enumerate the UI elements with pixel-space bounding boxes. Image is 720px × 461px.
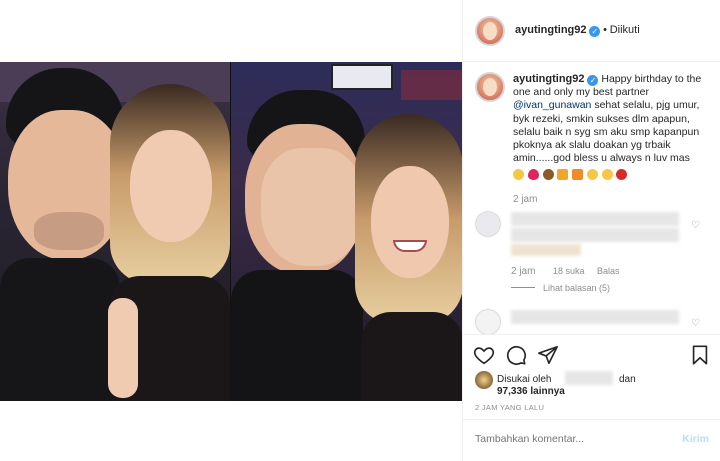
bookmark-icon[interactable] [689, 344, 711, 366]
author-username[interactable]: ayutingting92 [515, 24, 587, 36]
caption-mention-link[interactable]: @ivan_gunawan [513, 99, 591, 111]
star-struck-icon [586, 169, 598, 180]
verified-badge-icon: ✓ [589, 26, 601, 37]
likes-line: Disukai oleh [497, 374, 551, 385]
stage-screen [331, 64, 393, 90]
liker-name-blurred[interactable] [565, 371, 613, 385]
woman-arm [108, 298, 138, 398]
likes-conjunction: dan [619, 374, 636, 385]
paper-plane-icon[interactable] [537, 344, 559, 366]
stage-lights [401, 70, 462, 100]
comment-reply-button[interactable]: Balas [597, 266, 620, 276]
caption-text: ayutingting92 ✓ Happy birthday to the on… [513, 73, 713, 165]
party-popper-icon [557, 169, 569, 180]
comment-like-icon[interactable]: ♡ [691, 220, 700, 231]
separator-dot: • [603, 24, 607, 36]
caption-time[interactable]: 2 jam [513, 194, 537, 205]
smiling-face-with-hearts-icon [601, 169, 613, 180]
woman-face-right [371, 166, 449, 278]
comment-text-blurred [511, 228, 679, 242]
avatar-face [483, 22, 497, 40]
man-beard [34, 212, 104, 250]
comment-avatar[interactable] [475, 211, 501, 237]
action-bar [463, 334, 720, 374]
comment-avatar[interactable] [475, 309, 501, 335]
author-avatar[interactable] [475, 16, 505, 46]
comment-bubble-icon[interactable] [505, 344, 527, 366]
post-sidebar: ayutingting92 ✓ • Diikuti ayutingting92 … [462, 0, 720, 461]
post-media[interactable] [0, 62, 462, 401]
birthday-cake-icon [542, 169, 554, 180]
red-heart-icon [527, 169, 539, 180]
liker-avatar[interactable] [475, 371, 493, 389]
comment-input[interactable] [475, 433, 655, 445]
caption-username[interactable]: ayutingting92 [513, 73, 585, 85]
photo-right [230, 62, 462, 401]
comment-text-blurred [511, 244, 581, 256]
caption-verified-icon: ✓ [587, 75, 599, 86]
comment-box: Kirim [463, 419, 720, 461]
post-header: ayutingting92 ✓ • Diikuti [463, 0, 720, 62]
caption-avatar-face [483, 78, 497, 96]
gift-icon [572, 169, 584, 180]
man-body [0, 258, 120, 401]
header-line: ayutingting92 ✓ • Diikuti [515, 24, 640, 37]
comment-time[interactable]: 2 jam [511, 266, 535, 277]
view-replies-button[interactable]: Lihat balasan (5) [543, 283, 610, 293]
man-body-right [231, 270, 363, 401]
comment-text-blurred [511, 212, 679, 226]
comment-text-blurred [511, 310, 679, 324]
santa-icon [616, 169, 628, 180]
woman-face [130, 130, 212, 242]
replies-divider [511, 287, 535, 288]
comment-likes[interactable]: 18 suka [553, 266, 585, 276]
caption-avatar[interactable] [475, 72, 505, 102]
likes-prefix: Disukai oleh [497, 374, 552, 385]
follow-status-button[interactable]: Diikuti [610, 24, 640, 36]
caption-emoji-row [513, 169, 628, 181]
photo-left [0, 62, 230, 401]
likes-count[interactable]: 97,336 lainnya [497, 386, 565, 397]
comment-like-icon[interactable]: ♡ [691, 318, 700, 329]
hand-covering-face [261, 148, 363, 266]
woman-body-right [361, 312, 462, 401]
heart-outline-icon[interactable] [473, 344, 495, 366]
post-timestamp[interactable]: 2 JAM YANG LALU [475, 403, 544, 412]
post-comment-button[interactable]: Kirim [682, 433, 709, 445]
smiling-face-icon [513, 169, 524, 180]
